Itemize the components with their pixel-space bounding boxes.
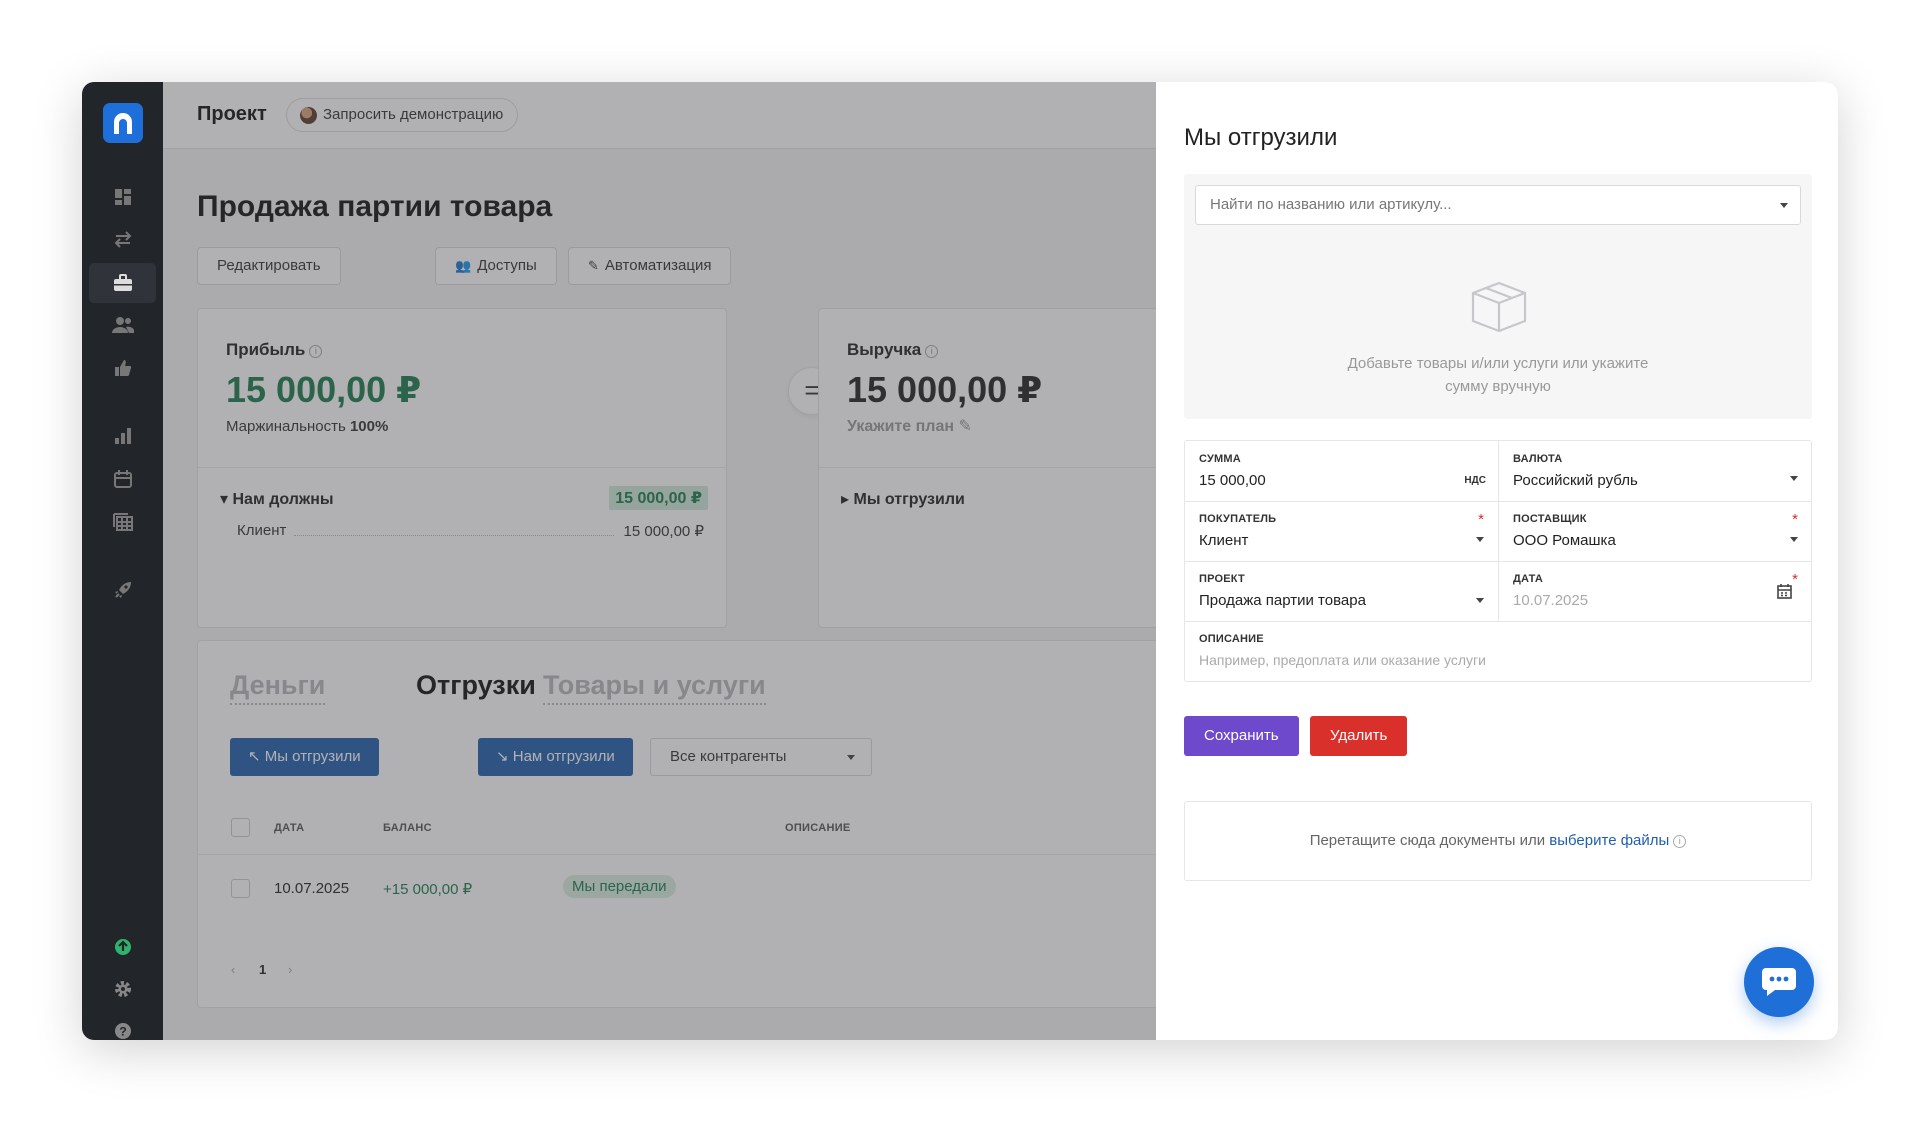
delete-button[interactable]: Удалить (1310, 716, 1408, 756)
file-dropzone[interactable]: Перетащите сюда документы или выберите ф… (1184, 801, 1812, 881)
currency-label: ВАЛЮТА (1513, 453, 1563, 465)
supplier-value: ООО Ромашка (1513, 532, 1616, 549)
chevron-down-icon (1476, 537, 1484, 542)
chevron-down-icon (1790, 476, 1798, 481)
rocket-icon[interactable] (82, 570, 163, 610)
empty-goods-hint: Добавьте товары и/или услуги или укажите… (1347, 355, 1649, 395)
required-mark: * (1792, 571, 1798, 588)
required-mark: * (1478, 511, 1484, 528)
buyer-label: ПОКУПАТЕЛЬ (1199, 513, 1277, 525)
settings-icon[interactable] (82, 969, 163, 1009)
chevron-down-icon (1790, 537, 1798, 542)
chevron-down-icon (1780, 203, 1788, 208)
chevron-down-icon (1476, 598, 1484, 603)
project-field[interactable]: ПРОЕКТ Продажа партии товара (1185, 561, 1498, 621)
currency-field[interactable]: ВАЛЮТА Российский рубль (1499, 441, 1812, 501)
transfers-icon[interactable] (82, 219, 163, 259)
shipment-form: СУММА 15 000,00 НДС ВАЛЮТА Российский ру… (1184, 440, 1812, 682)
app-window: ? Проект Запросить демонстрацию Продажа … (82, 82, 1838, 1040)
sum-label: СУММА (1199, 453, 1241, 465)
contacts-icon[interactable] (82, 305, 163, 345)
vat-toggle[interactable]: НДС (1464, 475, 1486, 486)
description-input[interactable]: Например, предоплата или оказание услуги (1199, 652, 1486, 668)
product-search-input[interactable]: Найти по названию или артикулу... (1195, 185, 1801, 225)
box-icon (1470, 281, 1528, 338)
svg-text:?: ? (119, 1025, 126, 1039)
dropzone-text: Перетащите сюда документы или (1309, 832, 1550, 849)
goods-section: Найти по названию или артикулу... Добавь… (1184, 174, 1812, 419)
reports-icon[interactable] (82, 416, 163, 456)
sum-value[interactable]: 15 000,00 (1199, 472, 1266, 489)
dashboard-icon[interactable] (82, 177, 163, 217)
upgrade-icon[interactable] (82, 927, 163, 967)
calendar-icon[interactable] (1777, 583, 1792, 604)
supplier-label: ПОСТАВЩИК (1513, 513, 1587, 525)
shipment-drawer: Мы отгрузили Найти по названию или артик… (1156, 82, 1838, 1040)
description-label: ОПИСАНИЕ (1199, 633, 1264, 645)
buyer-field[interactable]: ПОКУПАТЕЛЬ * Клиент (1185, 501, 1498, 561)
chat-icon (1762, 968, 1796, 996)
calendar-icon[interactable] (82, 459, 163, 499)
project-value: Продажа партии товара (1199, 592, 1366, 609)
info-icon[interactable]: i (1673, 835, 1687, 848)
sidebar: ? (82, 82, 163, 1040)
sum-field[interactable]: СУММА 15 000,00 НДС (1185, 441, 1498, 501)
description-field[interactable]: ОПИСАНИЕ Например, предоплата или оказан… (1185, 621, 1811, 681)
drawer-title: Мы отгрузили (1184, 124, 1338, 151)
currency-value: Российский рубль (1513, 472, 1638, 489)
app-logo[interactable] (103, 103, 143, 143)
choose-files-link[interactable]: выберите файлы (1549, 832, 1669, 849)
date-field[interactable]: ДАТА * 10.07.2025 (1499, 561, 1812, 621)
buyer-value: Клиент (1199, 532, 1249, 549)
projects-icon[interactable] (89, 263, 156, 303)
date-label: ДАТА (1513, 573, 1544, 585)
date-value[interactable]: 10.07.2025 (1513, 592, 1588, 609)
tables-icon[interactable] (82, 502, 163, 542)
help-icon[interactable]: ? (82, 1011, 163, 1040)
required-mark: * (1792, 511, 1798, 528)
project-label: ПРОЕКТ (1199, 573, 1245, 585)
save-button[interactable]: Сохранить (1184, 716, 1299, 756)
deals-icon[interactable] (82, 348, 163, 388)
supplier-field[interactable]: ПОСТАВЩИК * ООО Ромашка (1499, 501, 1812, 561)
chat-button[interactable] (1744, 947, 1814, 1017)
